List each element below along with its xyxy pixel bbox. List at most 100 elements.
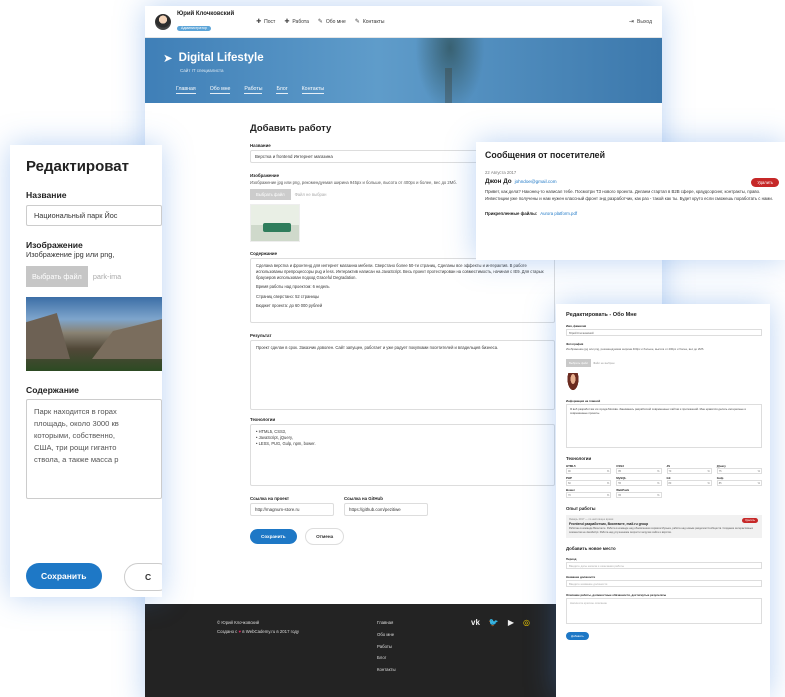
file-name: Файл не выбран [294,192,327,197]
site-nav-home[interactable]: Главная [176,86,196,94]
about-file-row: Выбрать файл Файл не выбран [566,351,762,369]
created-suffix: в WebCademy.ru в 2017 году [242,628,300,634]
github-link-input[interactable]: https://github.com/pezitiwe [344,503,428,516]
edit-content-textarea[interactable]: Парк находится в горах площадь, около 30… [26,399,162,499]
logout-label: Выход [637,18,652,25]
percent-icon: % [657,481,660,485]
edit-name-input[interactable]: Национальный парк Йос [26,205,162,226]
tech-item: JS 70% [666,464,712,474]
footer-link-contacts[interactable]: Контакты [377,664,396,676]
form-heading: Добавить работу [250,123,332,134]
tech-item-input[interactable]: 75% [716,468,762,474]
tech-label: Технологии [250,417,276,422]
edit-content-line: которыми, собственно, [34,430,115,440]
user-block: Юрий Клочковский Администратор [177,11,234,33]
tech-item-input[interactable]: 55% [616,480,662,486]
content-paragraph: Бюджет проекта: до 60 000 рублей [256,302,323,308]
nav-add-work[interactable]: ✚ Работа [284,19,309,25]
about-photo-label: Фотография [566,342,584,346]
footer-link-home[interactable]: Главная [377,617,396,629]
paper-plane-icon: ➤ [163,53,173,65]
tech-item-input[interactable]: 85% [616,468,662,474]
tech-item-value: 85 [618,469,622,473]
tech-item: jQuery 75% [716,464,762,474]
content-textarea[interactable]: Сделана верстка и фронтенд для интернет … [250,258,555,323]
tech-item: Bower 70% [566,488,612,498]
park-image [26,297,162,371]
edit-image-label: Изображение [26,240,83,250]
messages-panel: Сообщения от посетителей 22 Августа 2017… [476,142,785,260]
nav-edit-about[interactable]: ✎ Обо мне [318,19,346,25]
tech-item-value: 60 [568,481,571,485]
save-button[interactable]: Сохранить [250,529,297,544]
form-actions: Сохранить Отмена [250,525,560,545]
edit-heading: Редактироват [26,158,129,175]
cancel-button[interactable]: Отмена [305,528,345,545]
footer-links: Главная Обо мне Работы Блог Контакты [377,617,396,676]
tech-item-value: 55 [618,481,622,485]
youtube-icon[interactable]: ▶ [508,618,514,627]
tech-item: Gulp 85% [716,476,762,486]
sender-email-link[interactable]: johndoe@gmail.com [515,179,557,184]
sofa-shape [263,223,291,232]
copyright-text: © Юрий Клочковский [217,620,260,625]
created-prefix: Создано с [217,628,238,634]
tech-item-input[interactable]: 70% [566,492,612,498]
about-name-input[interactable]: Юрий Клочковский [566,329,762,336]
vk-icon[interactable]: vk [471,618,480,627]
tech-textarea[interactable]: • HTML5, CSS3, • JavaScript, jQuery, • L… [250,424,555,486]
edit-name-label: Название [26,190,67,200]
attachments: Прикрепленные файлы: Aurora platform.pdf [485,211,776,216]
created-with: Создано с ♥ в WebCademy.ru в 2017 году [217,628,299,637]
edit-save-button[interactable]: Сохранить [26,563,102,589]
site-title-text: Digital Lifestyle [178,52,264,64]
footer-link-about[interactable]: Обо мне [377,629,396,641]
edit-content-line: площадь, около 3000 кв [34,418,119,428]
tech-line: • LESS, PUG, Gulp, npm, bower. [256,441,316,447]
site-nav-about[interactable]: Обо мне [209,86,231,94]
cliff-shape [92,319,162,359]
twitter-icon[interactable]: 🐦 [489,618,499,627]
user-avatar [155,13,171,30]
site-title[interactable]: ➤ Digital Lifestyle [163,51,662,65]
percent-icon: % [607,469,610,473]
edit-cancel-button[interactable]: С [124,563,162,591]
delete-message-button[interactable]: Удалить [751,178,779,187]
footer-link-blog[interactable]: Блог [377,652,396,664]
site-nav-blog[interactable]: Блог [276,86,288,94]
add-job-button[interactable]: Добавить [566,631,589,640]
social-links: vk 🐦 ▶ ◎ [471,618,530,627]
result-textarea[interactable]: Проект сделан в срок. Заказчик доволен. … [250,340,555,410]
footer-link-works[interactable]: Работы [377,641,396,653]
position-input[interactable]: Введите название должности [566,579,762,587]
tech-item-input[interactable]: 85% [716,480,762,486]
logout-link[interactable]: ⇥ Выход [629,19,652,25]
job-date: Январь 2017 — по настоящее время [569,518,614,521]
choose-file-button[interactable]: Выбрать файл [250,189,291,200]
nav-edit-contacts[interactable]: ✎ Контакты [355,19,385,25]
edit-about-panel: Редактировать - Обо Мне Имя, фамилия Юри… [556,304,770,697]
duties-textarea[interactable]: Напишите краткое описание [566,597,762,624]
tech-item-input[interactable]: 80% [666,480,712,486]
content-paragraph: Время работы над проектом: 6 недель [256,284,330,290]
about-choose-file-button[interactable]: Выбрать файл [566,359,592,367]
site-nav-works[interactable]: Работы [244,86,263,94]
percent-icon: % [707,481,710,485]
tech-item-input[interactable]: 70% [666,468,712,474]
site-nav-contacts[interactable]: Контакты [301,86,325,94]
tech-item: CSS3 85% [616,464,662,474]
nav-add-post[interactable]: ✚ Пост [256,19,275,25]
attachment-link[interactable]: Aurora platform.pdf [540,211,577,216]
delete-job-button[interactable]: Удалить [742,518,758,523]
period-input[interactable]: Введите даты начала и окончания работы [566,561,762,569]
edit-choose-file-button[interactable]: Выбрать файл [26,266,88,287]
tech-item-input[interactable]: 65% [616,492,662,498]
instagram-icon[interactable]: ◎ [523,618,530,627]
tech-item-input[interactable]: 90% [566,468,612,474]
about-info-textarea[interactable]: Я веб разработчик из города Москва. Зани… [566,404,762,448]
message-sender: Джон До johndoe@gmail.com [485,178,776,185]
percent-icon: % [657,493,660,497]
project-link-input[interactable]: http://magnum-store.ru [250,503,334,516]
experience-heading: Опыт работы [566,506,596,511]
tech-item-input[interactable]: 60% [566,480,612,486]
